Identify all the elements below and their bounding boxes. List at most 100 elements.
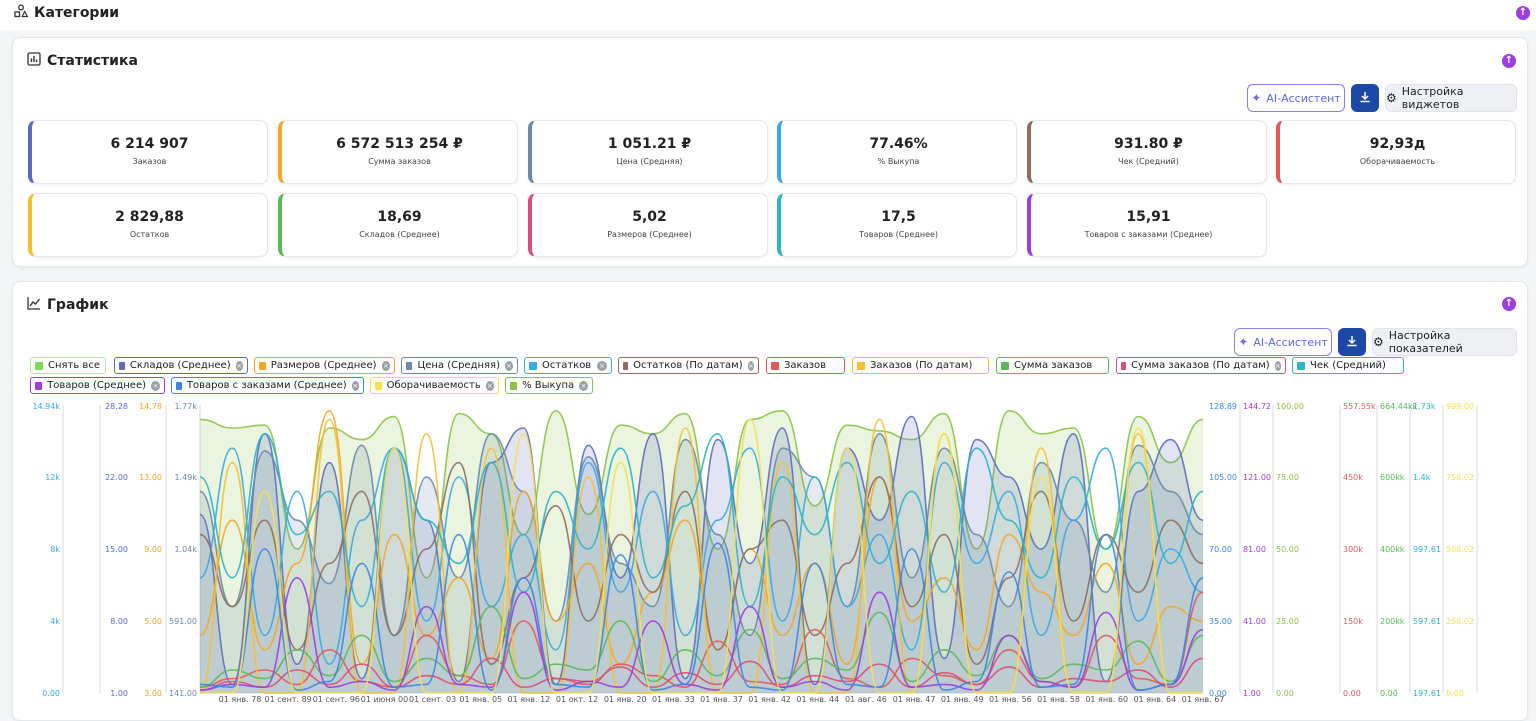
remove-series-icon[interactable]: ×	[747, 360, 754, 371]
stat-value: 931.80 ₽	[1114, 136, 1183, 152]
series-chip-label: Цена (Средняя)	[417, 360, 500, 371]
gear-icon: ⚙	[1373, 335, 1384, 349]
stat-card: 931.80 ₽ Чек (Средний)	[1027, 120, 1267, 184]
stat-label: Складов (Среднее)	[359, 230, 440, 239]
arrow-up-icon: ↑	[1518, 7, 1528, 18]
collapse-graph-button[interactable]: ↑	[1502, 297, 1516, 311]
stat-label: Сумма заказов	[368, 157, 431, 166]
series-chip[interactable]: Остатков (По датам) ×	[618, 357, 759, 374]
metrics-settings-label: Настройка показателей	[1388, 329, 1463, 355]
download-icon	[1346, 335, 1358, 350]
arrow-up-icon: ↑	[1504, 55, 1514, 66]
arrow-up-icon: ↑	[1504, 298, 1514, 309]
stat-label: Остатков	[129, 230, 170, 239]
series-chip[interactable]: Оборачиваемость ×	[370, 377, 499, 394]
remove-series-icon[interactable]: ×	[235, 360, 243, 371]
stats-download-button[interactable]	[1351, 84, 1379, 112]
sparkle-icon: ✦	[1251, 91, 1262, 105]
stat-card: 5,02 Размеров (Среднее)	[528, 193, 768, 257]
series-color-swatch	[375, 381, 382, 390]
series-color-swatch	[406, 361, 413, 370]
series-chip-label: Остатков (По датам)	[633, 360, 743, 371]
categories-title: Категории	[14, 4, 119, 22]
line-chart-icon	[27, 296, 41, 314]
series-chip[interactable]: Товаров (Среднее) ×	[30, 377, 165, 394]
stat-card: 2 829,88 Остатков	[28, 193, 268, 257]
stat-card: 77.46% % Выкупа	[777, 120, 1017, 184]
series-color-swatch	[1121, 361, 1127, 370]
stat-label: Товаров с заказами (Среднее)	[1084, 230, 1213, 239]
stat-value: 17,5	[881, 209, 916, 225]
stats-title-text: Статистика	[47, 53, 138, 69]
series-chip[interactable]: Цена (Средняя) ×	[401, 357, 518, 374]
remove-series-icon[interactable]: ×	[485, 380, 494, 391]
download-icon	[1359, 91, 1371, 106]
stats-panel: Статистика ↑ ✦ AI-Ассистент ⚙ Настройка …	[12, 37, 1528, 267]
stat-value: 15,91	[1126, 209, 1171, 225]
remove-series-icon[interactable]: ×	[381, 360, 390, 371]
stat-label: Заказов	[132, 157, 167, 166]
series-color-swatch	[857, 361, 865, 370]
stat-card: 6 214 907 Заказов	[28, 120, 268, 184]
gear-icon: ⚙	[1386, 91, 1397, 105]
series-chip-label: Заказов	[784, 360, 827, 371]
sparkle-icon: ✦	[1238, 335, 1249, 349]
remove-series-icon[interactable]: ×	[351, 380, 359, 391]
series-chip-label: Остатков	[542, 360, 592, 371]
categories-icon	[14, 4, 29, 22]
stat-label: % Выкупа	[877, 157, 920, 166]
series-chip[interactable]: Чек (Средний)	[1292, 357, 1404, 374]
stat-card: 6 572 513 254 ₽ Сумма заказов	[278, 120, 518, 184]
stat-label: Товаров (Среднее)	[858, 230, 939, 239]
stat-value: 6 572 513 254 ₽	[336, 136, 463, 152]
series-color-swatch	[35, 381, 43, 390]
series-chip[interactable]: Сумма заказов	[996, 357, 1109, 374]
series-chip-label: Сумма заказов (По датам)	[1131, 360, 1270, 371]
series-chip-label: Оборачиваемость	[386, 380, 481, 391]
series-color-swatch	[259, 361, 266, 370]
series-chip[interactable]: Складов (Среднее) ×	[114, 357, 248, 374]
series-color-swatch	[771, 361, 779, 370]
remove-series-icon[interactable]: ×	[597, 360, 607, 371]
series-chip[interactable]: % Выкупа ×	[505, 377, 593, 394]
series-color-swatch	[1001, 361, 1009, 370]
collapse-stats-button[interactable]: ↑	[1502, 54, 1516, 68]
series-chip[interactable]: Сумма заказов (По датам) ×	[1116, 357, 1286, 374]
categories-header: Категории ↑	[0, 0, 1536, 30]
remove-series-icon[interactable]: ×	[151, 380, 160, 391]
metrics-settings-button[interactable]: ⚙ Настройка показателей	[1372, 328, 1517, 356]
stat-value: 2 829,88	[115, 209, 184, 225]
series-chip[interactable]: Снять все	[30, 357, 106, 374]
series-chip[interactable]: Заказов	[766, 357, 845, 374]
remove-series-icon[interactable]: ×	[1274, 360, 1281, 371]
stat-value: 6 214 907	[110, 136, 189, 152]
series-chip-label: Сумма заказов	[1014, 360, 1093, 371]
stat-card: 92,93д Оборачиваемость	[1276, 120, 1516, 184]
series-chip-label: Чек (Средний)	[1310, 360, 1386, 371]
graph-ai-assistant-button[interactable]: ✦ AI-Ассистент	[1234, 328, 1332, 356]
stats-ai-assistant-button[interactable]: ✦ AI-Ассистент	[1247, 84, 1345, 112]
series-color-swatch	[1297, 361, 1305, 370]
stat-label: Размеров (Среднее)	[607, 230, 692, 239]
series-chip[interactable]: Товаров с заказами (Среднее) ×	[171, 377, 364, 394]
graph-title-text: График	[47, 297, 109, 313]
stats-chart-icon	[27, 52, 41, 70]
stat-card: 15,91 Товаров с заказами (Среднее)	[1027, 193, 1267, 257]
series-chip[interactable]: Остатков ×	[524, 357, 612, 374]
stat-label: Чек (Средний)	[1118, 157, 1179, 166]
remove-series-icon[interactable]: ×	[504, 360, 513, 371]
series-chip-label: Снять все	[48, 360, 100, 371]
stat-value: 1 051.21 ₽	[607, 136, 692, 152]
collapse-categories-button[interactable]: ↑	[1516, 6, 1530, 20]
stat-value: 5,02	[632, 209, 667, 225]
graph-download-button[interactable]	[1338, 328, 1366, 356]
widget-settings-label: Настройка виджетов	[1401, 85, 1464, 111]
graph-title: График	[27, 296, 109, 314]
stat-value: 18,69	[377, 209, 422, 225]
series-chip[interactable]: Заказов (По датам)	[852, 357, 989, 374]
widget-settings-button[interactable]: ⚙ Настройка виджетов	[1385, 84, 1517, 112]
stat-card: 1 051.21 ₽ Цена (Средняя)	[528, 120, 768, 184]
remove-series-icon[interactable]: ×	[579, 380, 588, 391]
series-chip[interactable]: Размеров (Среднее) ×	[254, 357, 395, 374]
stats-title: Статистика	[27, 52, 138, 70]
